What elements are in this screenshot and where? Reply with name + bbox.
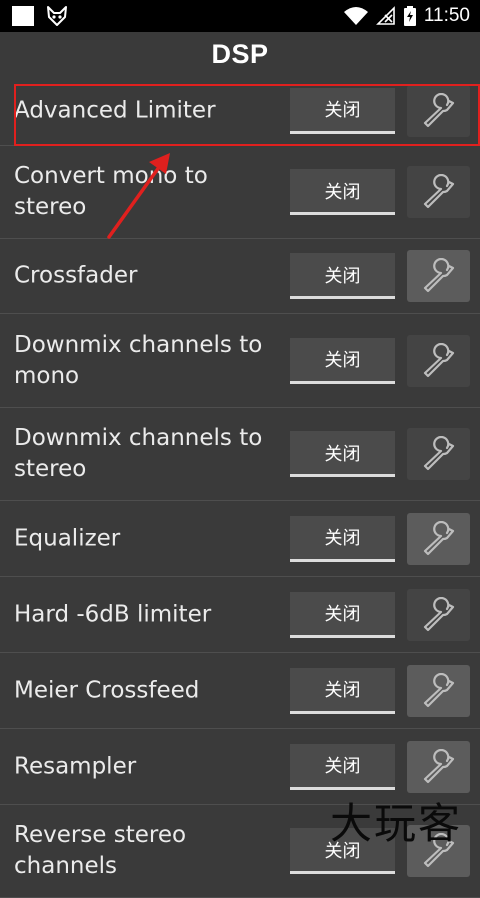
dsp-row-convert-mono-to-stereo: Convert mono to stereo 关闭 (0, 146, 480, 239)
dsp-toggle-button[interactable]: 关闭 (290, 169, 395, 215)
status-bar: 11:50 (0, 0, 480, 32)
dsp-row-label: Resampler (14, 753, 137, 779)
dsp-toggle-button[interactable]: 关闭 (290, 515, 395, 562)
watermark-logo: 大玩客 (330, 799, 463, 848)
wrench-icon[interactable] (407, 664, 470, 717)
dsp-row-label: Equalizer (14, 525, 121, 551)
battery-charging-icon (403, 6, 416, 26)
dsp-row-equalizer: Equalizer 关闭 (0, 501, 480, 577)
dsp-toggle-button[interactable]: 关闭 (290, 667, 395, 714)
page-title: DSP (211, 38, 269, 69)
wrench-icon[interactable] (407, 428, 470, 480)
wrench-icon[interactable] (407, 740, 470, 793)
wrench-icon[interactable] (407, 250, 470, 302)
dsp-list: Advanced Limiter 关闭 Convert mono to ster… (0, 76, 480, 898)
notification-square-icon (12, 6, 34, 26)
annotation-arrow-icon (107, 153, 170, 239)
dsp-row-label: Downmix channels to stereo (14, 425, 263, 482)
dsp-row-meier-crossfeed: Meier Crossfeed 关闭 (0, 653, 480, 729)
dsp-toggle-button[interactable]: 关闭 (290, 591, 395, 638)
fox-app-icon (47, 6, 67, 26)
wrench-icon[interactable] (407, 588, 470, 641)
dsp-toggle-button[interactable]: 关闭 (290, 431, 395, 477)
dsp-row-label: Crossfader (14, 262, 138, 289)
dsp-row-label: Meier Crossfeed (14, 677, 200, 703)
dsp-row-hard-limiter: Hard -6dB limiter 关闭 (0, 577, 480, 653)
dsp-toggle-button[interactable]: 关闭 (290, 253, 395, 299)
status-time: 11:50 (423, 5, 470, 26)
signal-icon (375, 6, 395, 25)
dsp-row-label: Hard -6dB limiter (14, 601, 212, 627)
dsp-row-label: Downmix channels to mono (14, 331, 263, 389)
wrench-icon[interactable] (407, 166, 470, 218)
wifi-icon (343, 7, 368, 25)
dsp-row-crossfader: Crossfader 关闭 (0, 239, 480, 314)
dsp-row-downmix-to-stereo: Downmix channels to stereo 关闭 (0, 408, 480, 501)
dsp-toggle-button[interactable]: 关闭 (290, 743, 395, 790)
dsp-row-label: Reverse stereo channels (14, 822, 187, 879)
wrench-icon[interactable] (407, 334, 470, 387)
wrench-icon[interactable] (407, 512, 470, 565)
annotation-highlight-box (14, 84, 480, 146)
dsp-toggle-button[interactable]: 关闭 (290, 337, 395, 384)
dsp-row-downmix-to-mono: Downmix channels to mono 关闭 (0, 314, 480, 408)
top-bar: DSP (0, 32, 480, 76)
